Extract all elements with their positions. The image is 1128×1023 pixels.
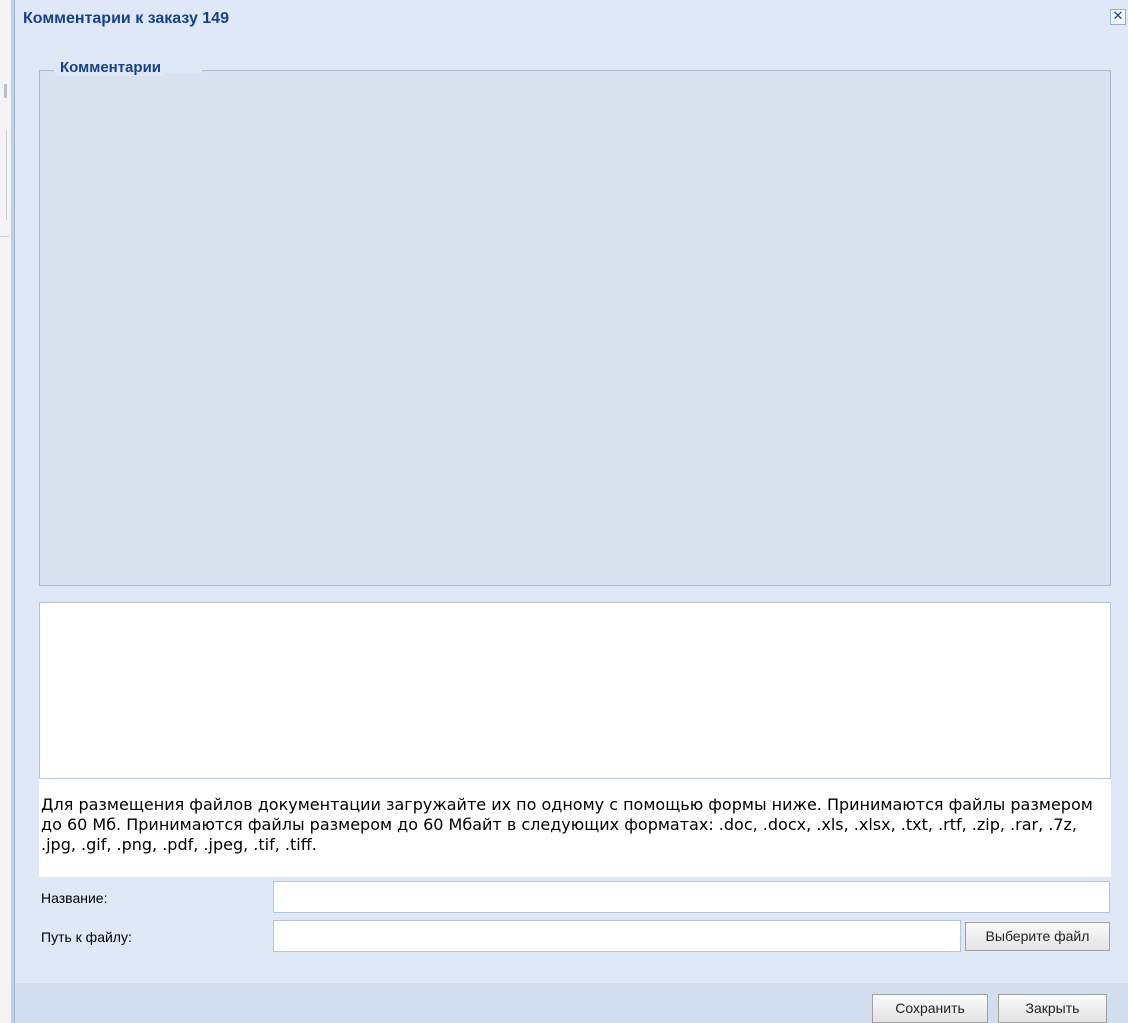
name-label: Название:	[41, 890, 108, 906]
background-mark	[4, 84, 7, 98]
upload-notice: Для размещения файлов документации загру…	[39, 779, 1111, 877]
comments-fieldset: Комментарии	[39, 59, 1111, 586]
background-mark	[0, 236, 9, 237]
close-button[interactable]: Закрыть	[998, 994, 1107, 1023]
choose-file-button[interactable]: Выберите файл	[965, 922, 1110, 951]
comments-legend: Комментарии	[56, 59, 166, 76]
save-button[interactable]: Сохранить	[872, 994, 988, 1023]
name-input[interactable]	[273, 881, 1110, 913]
dialog-title: Комментарии к заказу 149	[23, 10, 229, 27]
comment-text-input[interactable]	[39, 602, 1111, 779]
close-icon[interactable]: ✕	[1110, 9, 1126, 25]
dialog-titlebar[interactable]: Комментарии к заказу 149 ✕	[15, 0, 1128, 40]
file-path-input[interactable]	[273, 920, 961, 952]
file-path-label: Путь к файлу:	[41, 929, 132, 945]
background-mark	[6, 130, 7, 220]
comments-dialog: Комментарии к заказу 149 ✕ Комментарии Д…	[14, 0, 1128, 1023]
